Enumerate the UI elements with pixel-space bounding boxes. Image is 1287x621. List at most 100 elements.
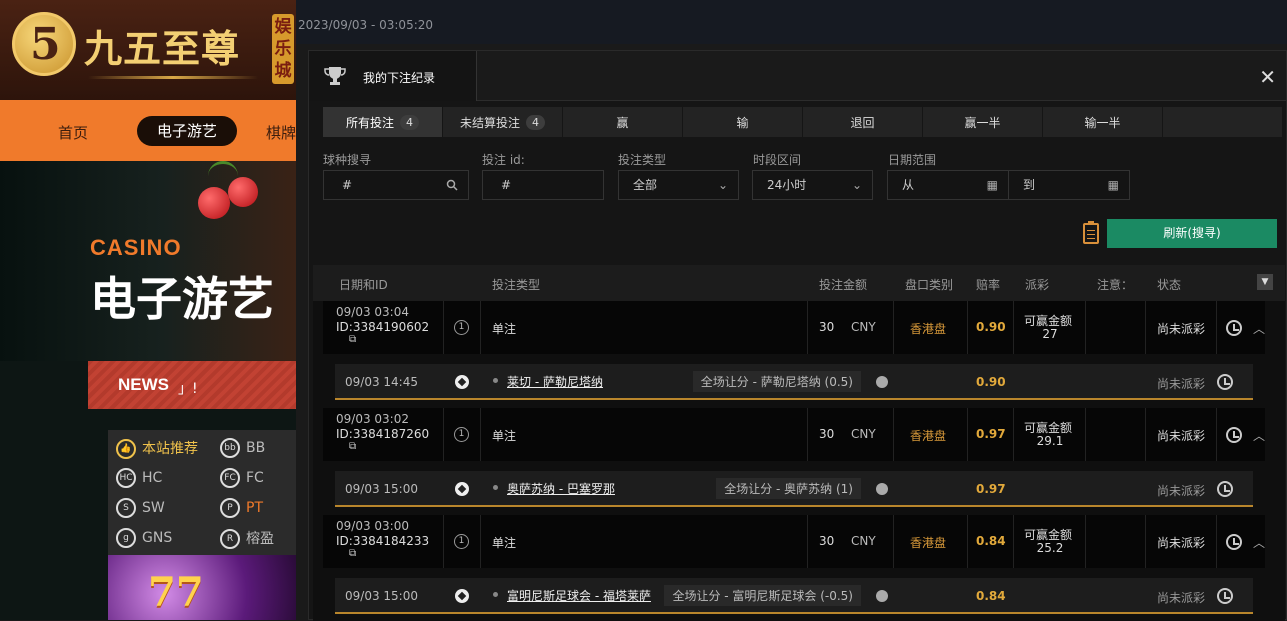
- bet-status: 尚未派彩: [1157, 429, 1206, 443]
- time-range-select[interactable]: 24小时 ⌄: [752, 170, 873, 200]
- vendor-item[interactable]: FC FC: [220, 468, 264, 488]
- bet-history-modal: 我的下注纪录 ✕ 所有投注 4 未结算投注 4 赢 输 退回 赢一半 输一半 球种搜…: [308, 50, 1287, 621]
- bet-type: 单注: [492, 322, 517, 336]
- chevron-up-icon[interactable]: ︿: [1253, 320, 1265, 337]
- bet-market: 香港盘: [910, 429, 947, 443]
- bet-id: ID:3384184233: [336, 534, 430, 548]
- date-from-input[interactable]: 从 ▦: [887, 170, 1009, 200]
- selection-odds: 0.84: [976, 589, 1006, 603]
- match-name[interactable]: 莱切 - 萨勒尼塔纳: [507, 373, 603, 390]
- payout-value: 29.1: [1036, 434, 1064, 448]
- nav-slots[interactable]: 电子游艺: [137, 116, 237, 146]
- chevron-down-icon: ⌄: [717, 178, 728, 192]
- selection-odds: 0.97: [976, 482, 1006, 496]
- bet-type-select[interactable]: 全部 ⌄: [618, 170, 739, 200]
- modal-tab[interactable]: 我的下注纪录: [309, 51, 477, 101]
- vendor-item[interactable]: P PT: [220, 498, 263, 518]
- calendar-icon: ▦: [986, 178, 998, 192]
- selection-row[interactable]: 09/03 15:00 奥萨苏纳 - 巴塞罗那 全场让分 - 奥萨苏纳 (1) 0.9…: [335, 471, 1253, 507]
- tab-lose-half[interactable]: 输一半: [1043, 107, 1163, 137]
- tab-win[interactable]: 赢: [563, 107, 683, 137]
- selection-row[interactable]: 09/03 14:45 莱切 - 萨勒尼塔纳 全场让分 - 萨勒尼塔纳 (0.5) 0…: [335, 364, 1253, 400]
- vendor-item[interactable]: g GNS: [116, 528, 172, 548]
- sort-toggle-icon[interactable]: ▼: [1257, 274, 1273, 290]
- chevron-up-icon[interactable]: ︿: [1253, 534, 1265, 551]
- sport-search-input[interactable]: #: [323, 170, 469, 200]
- vendor-item[interactable]: 👍 本站推荐: [116, 438, 198, 459]
- tab-refund[interactable]: 退回: [803, 107, 923, 137]
- tab-win-half[interactable]: 赢一半: [923, 107, 1043, 137]
- info-icon[interactable]: [876, 376, 888, 388]
- date-to-input[interactable]: 到 ▦: [1008, 170, 1130, 200]
- match-name[interactable]: 奥萨苏纳 - 巴塞罗那: [507, 480, 615, 497]
- match-name[interactable]: 富明尼斯足球会 - 福塔莱萨: [507, 587, 651, 604]
- selection-row[interactable]: 09/03 15:00 富明尼斯足球会 - 福塔莱萨 全场让分 - 富明尼斯足球会 …: [335, 578, 1253, 614]
- chevron-up-icon[interactable]: ︿: [1253, 427, 1265, 444]
- divider: [1145, 301, 1146, 354]
- payout-value: 25.2: [1036, 541, 1064, 555]
- divider: [967, 301, 968, 354]
- chevron-down-icon: ⌄: [851, 178, 862, 192]
- bet-market: 香港盘: [910, 322, 947, 336]
- divider: [1145, 408, 1146, 461]
- bet-row[interactable]: 09/03 03:04 ID:3384190602 ⧉ 1 单注 30 CNY 香港盘 0.90…: [323, 301, 1265, 354]
- vendor-item[interactable]: R 榕盈: [220, 528, 274, 549]
- selection-pick: 全场让分 - 奥萨苏纳 (1): [716, 478, 861, 499]
- divider: [1085, 408, 1086, 461]
- bet-row[interactable]: 09/03 03:02 ID:3384187260 ⧉ 1 单注 30 CNY 香港盘 0.97…: [323, 408, 1265, 461]
- info-icon[interactable]: [876, 483, 888, 495]
- count-badge: 4: [400, 114, 419, 130]
- game-thumbnail[interactable]: 77: [108, 555, 296, 620]
- col-odds: 赔率: [976, 278, 1001, 292]
- vendor-list: 👍 本站推荐 bb BB HC HC FC FC S SW P PT g GNS R 榕盈: [108, 430, 296, 555]
- ry-logo-icon: R: [220, 529, 240, 549]
- vendor-item[interactable]: HC HC: [116, 468, 162, 488]
- divider: [893, 515, 894, 568]
- tab-lose[interactable]: 输: [683, 107, 803, 137]
- selection-status: 尚未派彩: [1157, 377, 1206, 391]
- bet-odds: 0.84: [976, 534, 1006, 548]
- clipboard-icon[interactable]: [1083, 221, 1099, 244]
- selection-status: 尚未派彩: [1157, 591, 1206, 605]
- gns-logo-icon: g: [116, 528, 136, 548]
- tab-all-bets[interactable]: 所有投注 4: [323, 107, 443, 137]
- clock-icon: [1226, 320, 1242, 336]
- tab-unsettled[interactable]: 未结算投注 4: [443, 107, 563, 137]
- divider: [1145, 515, 1146, 568]
- datetime-bar: 2023/09/03 - 03:05:20: [296, 0, 1287, 44]
- vendor-item[interactable]: S SW: [116, 498, 165, 518]
- time-range-label: 时段区间: [753, 153, 802, 167]
- selection-odds: 0.90: [976, 375, 1006, 389]
- divider: [1216, 515, 1217, 568]
- modal-header: 我的下注纪录 ✕: [309, 51, 1286, 101]
- bet-type: 单注: [492, 536, 517, 550]
- divider: [1085, 515, 1086, 568]
- close-icon[interactable]: ✕: [1259, 65, 1276, 89]
- pt-logo-icon: P: [220, 498, 240, 518]
- col-note: 注意：: [1097, 278, 1134, 292]
- hc-logo-icon: HC: [116, 468, 136, 488]
- col-bet-type: 投注类型: [492, 278, 541, 292]
- thumbs-up-icon: 👍: [116, 439, 136, 459]
- bet-odds: 0.90: [976, 320, 1006, 334]
- copy-icon[interactable]: ⧉: [349, 441, 356, 452]
- clock-icon: [1217, 481, 1233, 497]
- bet-amount: 30: [819, 320, 835, 334]
- refresh-search-button[interactable]: 刷新(搜寻): [1107, 219, 1277, 248]
- nav-chess[interactable]: 棋牌: [266, 122, 296, 143]
- divider: [1216, 408, 1217, 461]
- bet-id-input[interactable]: #: [482, 170, 604, 200]
- copy-icon[interactable]: ⧉: [349, 334, 356, 345]
- bet-row[interactable]: 09/03 03:00 ID:3384184233 ⧉ 1 单注 30 CNY 香港盘 0.84…: [323, 515, 1265, 568]
- bet-datetime: 09/03 03:04: [336, 305, 409, 319]
- copy-icon[interactable]: ⧉: [349, 548, 356, 559]
- info-icon[interactable]: [876, 590, 888, 602]
- nav-home[interactable]: 首页: [58, 122, 88, 143]
- col-market: 盘口类别: [905, 278, 954, 292]
- col-date-id: 日期和ID: [339, 278, 388, 292]
- divider: [967, 515, 968, 568]
- vendor-item[interactable]: bb BB: [220, 438, 265, 458]
- bet-table: 日期和ID 投注类型 投注金额 盘口类别 赔率 派彩 注意： 状态 ▼ 09/0…: [313, 265, 1285, 621]
- news-label: NEWS: [118, 375, 169, 394]
- hero-banner: CASINO 电子游艺: [0, 161, 296, 361]
